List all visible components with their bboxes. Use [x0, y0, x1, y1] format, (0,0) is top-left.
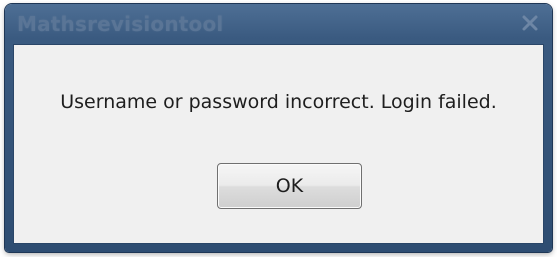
- close-button[interactable]: [516, 10, 544, 36]
- error-message: Username or password incorrect. Login fa…: [60, 91, 497, 113]
- title-bar[interactable]: Mathsrevisiontool: [5, 4, 552, 44]
- close-icon: [516, 10, 544, 36]
- message-dialog: Mathsrevisiontool Username or password i…: [5, 4, 552, 252]
- ok-button[interactable]: OK: [217, 163, 362, 209]
- dialog-content: Username or password incorrect. Login fa…: [13, 44, 544, 244]
- window-title: Mathsrevisiontool: [17, 12, 224, 36]
